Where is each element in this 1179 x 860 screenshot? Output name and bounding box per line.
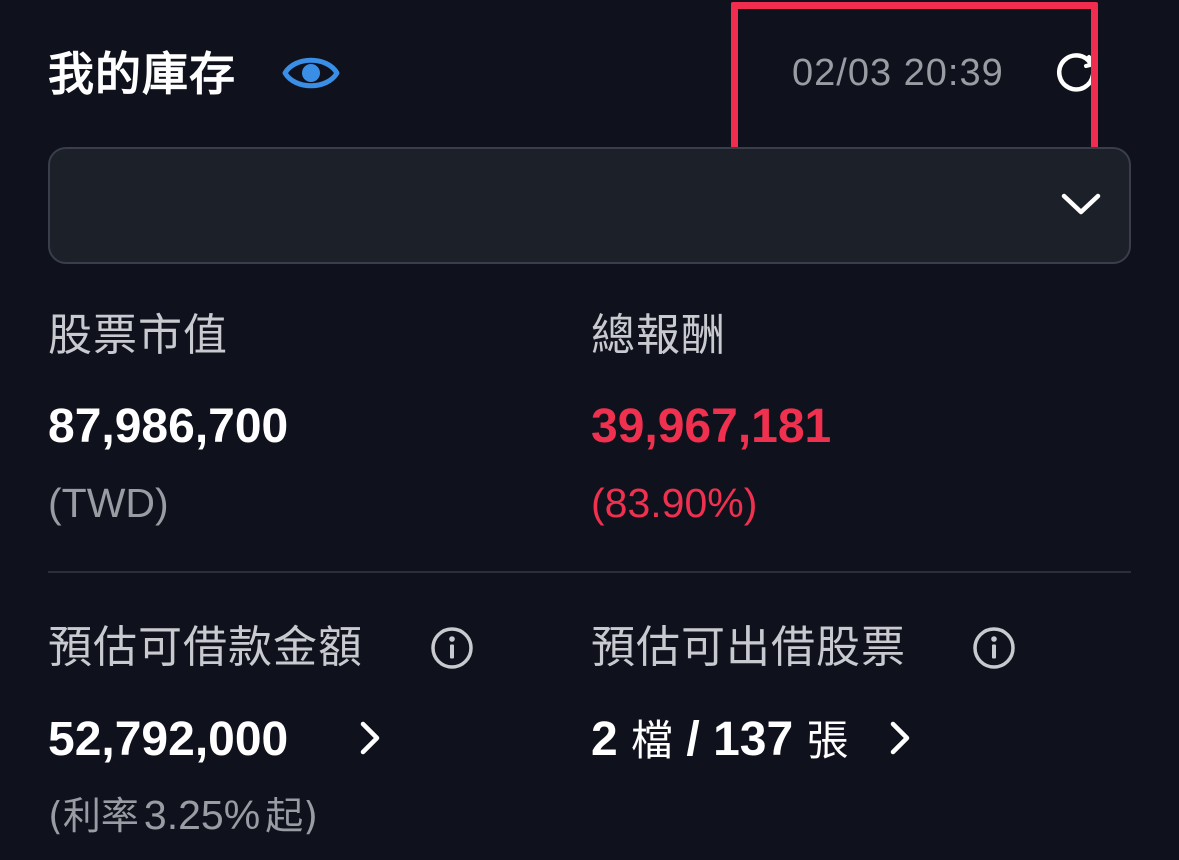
eye-icon[interactable] (282, 52, 340, 94)
chevron-right-icon[interactable] (888, 719, 912, 757)
lendable-count-unit: 檔 (631, 716, 674, 765)
stock-value-label: 股票市值 (48, 310, 228, 361)
total-return-percent: (83.90%) (591, 480, 758, 526)
lendable-stocks-value[interactable]: 2 檔 / 137 張 (591, 712, 849, 769)
total-return-label: 總報酬 (591, 310, 726, 361)
chevron-right-icon[interactable] (358, 719, 382, 757)
info-icon[interactable] (429, 625, 475, 671)
loan-amount-label: 預估可借款金額 (48, 622, 363, 673)
loan-rate-prefix: (利率 (48, 794, 139, 838)
loan-rate-suffix: 起) (265, 794, 319, 838)
section-divider (48, 571, 1131, 573)
loan-rate-value: 3.25% (143, 792, 261, 838)
lendable-stocks-label: 預估可出借股票 (591, 622, 906, 673)
lendable-count: 2 (591, 713, 618, 766)
account-selector[interactable] (48, 147, 1131, 264)
update-timestamp: 02/03 20:39 (792, 52, 1004, 94)
lendable-shares-unit: 張 (806, 716, 849, 765)
lendable-separator: / (686, 713, 700, 766)
stock-value-amount: 87,986,700 (48, 400, 289, 453)
lendable-shares: 137 (713, 713, 794, 766)
loan-rate-note: (利率 3.25% 起) (48, 790, 318, 841)
loan-amount-value[interactable]: 52,792,000 (48, 712, 288, 768)
total-return-amount: 39,967,181 (591, 400, 832, 453)
chevron-down-icon[interactable] (1060, 192, 1102, 218)
refresh-icon[interactable] (1053, 51, 1099, 95)
info-icon[interactable] (971, 625, 1017, 671)
page-title: 我的庫存 (48, 47, 236, 101)
stock-value-currency: (TWD) (48, 480, 169, 526)
